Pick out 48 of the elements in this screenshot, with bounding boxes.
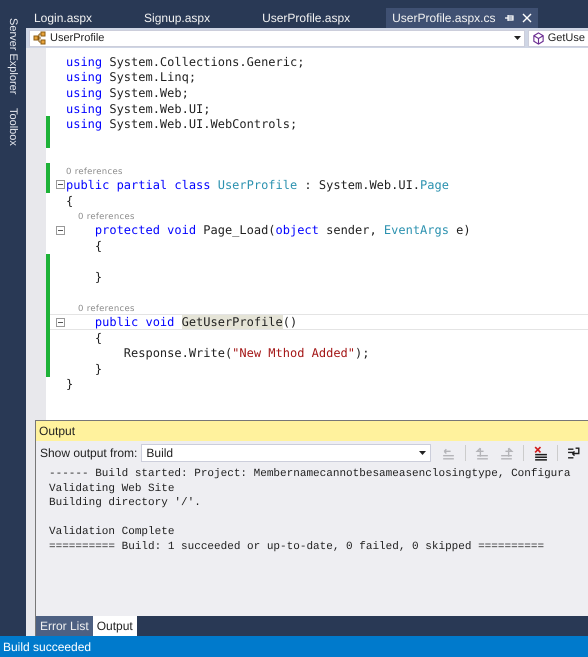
cube-icon [532, 32, 545, 44]
output-line: ------ Build started: Project: Membernamecannotbesameasenclosingtype, Configura [49, 467, 572, 482]
pin-icon[interactable] [504, 13, 514, 23]
codelens-text[interactable]: 0 references [66, 167, 123, 178]
collapse-icon[interactable] [56, 226, 64, 235]
collapse-icon[interactable] [56, 318, 64, 327]
side-tab[interactable]: Toolbox [7, 104, 19, 150]
output-line: Validating Web Site [49, 482, 176, 496]
code-line: } [94, 362, 102, 376]
code-line: using System.Linq; [66, 70, 196, 84]
code-line: using System.Web; [66, 86, 189, 100]
document-tab[interactable]: UserProfile.aspx [256, 8, 356, 28]
code-line: { [66, 194, 74, 208]
codelens-text[interactable]: 0 references [66, 304, 135, 314]
code-line: { [94, 330, 102, 345]
code-line: using System.Web.UI.WebControls; [66, 117, 298, 132]
status-text: Build succeeded [3, 640, 92, 654]
close-icon[interactable] [522, 13, 532, 23]
code-line: Response.Write("New Mthod Added"); [122, 346, 370, 360]
collapse-icon[interactable] [56, 180, 64, 190]
caret-icon [419, 451, 426, 455]
code-line: } [66, 377, 74, 392]
type-dropdown[interactable]: UserProfile [29, 30, 525, 46]
caret-icon [514, 36, 521, 40]
code-line: public partial class UserProfile : System.Web.UI.Page [66, 178, 449, 192]
output-line: Validation Complete [49, 525, 176, 540]
output-source-dropdown[interactable]: Build [141, 444, 432, 462]
panel-tab[interactable]: Error List [36, 616, 93, 636]
class-icon [33, 31, 47, 45]
code-line: public void GetUserProfile() [94, 315, 298, 330]
panel-title: Output [39, 424, 76, 438]
member-dropdown[interactable]: GetUse [528, 30, 588, 46]
clear-all-icon[interactable] [533, 446, 548, 460]
output-line: Building directory '/'. [49, 496, 202, 511]
document-tab[interactable]: UserProfile.aspx.cs [386, 8, 538, 28]
output-line: ========== Build: 1 succeeded or up-to-date, 0 failed, 0 skipped ========== [49, 540, 546, 555]
document-tab[interactable]: Login.aspx [28, 8, 98, 28]
panel-tab[interactable]: Output [92, 616, 137, 636]
codelens-text[interactable]: 0 references [66, 212, 135, 222]
side-tab[interactable]: Server Explorer [7, 14, 19, 98]
word-wrap-icon[interactable] [567, 446, 582, 460]
code-line: protected void Page_Load(object sender, EventArgs e) [94, 223, 471, 238]
code-line: } [94, 270, 102, 284]
document-tab[interactable]: Signup.aspx [138, 8, 216, 28]
source-label: Show output from: [40, 446, 138, 460]
code-line: using System.Web.UI; [66, 102, 210, 116]
code-line: using System.Collections.Generic; [66, 54, 304, 69]
code-line: { [94, 238, 102, 253]
